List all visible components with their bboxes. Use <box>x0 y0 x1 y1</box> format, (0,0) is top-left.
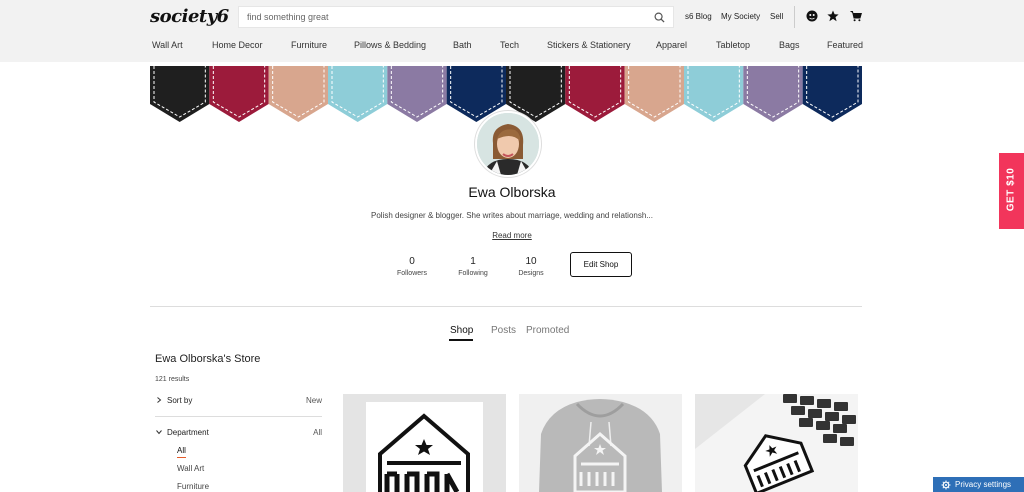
tab-shop[interactable]: Shop <box>450 325 473 336</box>
banner-pennant <box>328 66 388 122</box>
product-card-print[interactable] <box>343 394 506 492</box>
stat-following-label: Following <box>458 270 488 277</box>
nav-bath[interactable]: Bath <box>453 40 472 50</box>
stat-followers-label: Followers <box>397 270 427 277</box>
nav-apparel[interactable]: Apparel <box>656 40 687 50</box>
privacy-settings-label: Privacy settings <box>955 480 1012 489</box>
cart-icon[interactable] <box>850 10 862 22</box>
department-item-wall-art[interactable]: Wall Art <box>177 464 204 473</box>
star-icon[interactable] <box>827 10 839 22</box>
stat-following[interactable]: 1 Following <box>443 256 503 277</box>
tab-promoted[interactable]: Promoted <box>526 325 569 336</box>
search-input[interactable] <box>247 10 647 24</box>
edit-shop-button[interactable]: Edit Shop <box>570 252 632 277</box>
banner-pennant <box>565 66 625 122</box>
stat-designs[interactable]: 10 Designs <box>501 256 561 277</box>
my-society-link[interactable]: My Society <box>721 12 760 21</box>
nav-tabletop[interactable]: Tabletop <box>716 40 750 50</box>
product-card-sticker[interactable] <box>695 394 858 492</box>
get-10-promo-label: GET $10 <box>1005 167 1017 212</box>
banner-pennant <box>624 66 684 122</box>
blog-link[interactable]: s6 Blog <box>685 12 712 21</box>
department-item-all[interactable]: All <box>177 446 186 455</box>
stat-followers-value: 0 <box>409 256 415 267</box>
nav-bags[interactable]: Bags <box>779 40 800 50</box>
society6-logo[interactable]: society6 <box>150 6 229 27</box>
department-item-furniture[interactable]: Furniture <box>177 482 209 491</box>
banner-pennant <box>387 66 447 122</box>
nav-furniture[interactable]: Furniture <box>291 40 327 50</box>
nav-pillows-bedding[interactable]: Pillows & Bedding <box>354 40 426 50</box>
banner-pennant <box>209 66 269 122</box>
sort-by-filter[interactable]: Sort by New <box>155 396 322 408</box>
search-icon[interactable] <box>654 12 665 23</box>
banner-pennant <box>150 66 210 122</box>
department-value: All <box>313 428 322 437</box>
results-count: 121 results <box>155 376 190 383</box>
sort-by-label: Sort by <box>167 396 193 405</box>
banner-pennant <box>802 66 862 122</box>
account-icon[interactable] <box>806 10 818 22</box>
category-nav: Wall Art Home Decor Furniture Pillows & … <box>0 40 1024 54</box>
stat-following-value: 1 <box>470 256 476 267</box>
avatar-photo <box>477 113 539 175</box>
nav-wall-art[interactable]: Wall Art <box>152 40 183 50</box>
stat-designs-value: 10 <box>525 256 537 267</box>
sell-link[interactable]: Sell <box>770 12 783 21</box>
filter-divider <box>155 416 322 417</box>
department-label: Department <box>167 428 209 437</box>
privacy-settings-button[interactable]: Privacy settings <box>933 477 1024 492</box>
section-divider <box>150 306 862 307</box>
profile-bio: Polish designer & blogger. She writes ab… <box>371 211 653 220</box>
chevron-down-icon <box>156 430 162 435</box>
avatar[interactable] <box>475 111 541 177</box>
get-10-promo-tab[interactable]: GET $10 <box>999 153 1024 229</box>
banner-pennant <box>268 66 328 122</box>
gear-icon <box>941 480 951 490</box>
header-divider <box>794 6 795 28</box>
profile-name: Ewa Olborska <box>468 184 556 200</box>
product-image-art-print <box>366 402 483 492</box>
department-active-indicator <box>177 457 186 458</box>
product-card-hoodie[interactable] <box>519 394 682 492</box>
banner-pennant <box>684 66 744 122</box>
read-more-wrapper: Read more <box>0 231 1024 240</box>
nav-tech[interactable]: Tech <box>500 40 519 50</box>
read-more-link[interactable]: Read more <box>492 231 532 240</box>
nav-home-decor[interactable]: Home Decor <box>212 40 263 50</box>
department-filter[interactable]: Department All <box>155 428 322 440</box>
nav-featured[interactable]: Featured <box>827 40 863 50</box>
banner-pennant <box>743 66 803 122</box>
search-bar <box>238 6 674 28</box>
product-image-sticker <box>695 394 858 492</box>
store-title: Ewa Olborska's Store <box>155 353 261 365</box>
sort-by-value: New <box>305 396 322 405</box>
product-image-hoodie <box>519 394 682 492</box>
tab-posts[interactable]: Posts <box>491 325 516 336</box>
stat-followers[interactable]: 0 Followers <box>382 256 442 277</box>
stat-designs-label: Designs <box>518 270 544 277</box>
site-header: society6 s6 Blog My Society Sell Wall Ar… <box>0 0 1024 62</box>
chevron-right-icon <box>157 397 162 403</box>
nav-stickers-stationery[interactable]: Stickers & Stationery <box>547 40 631 50</box>
active-tab-indicator <box>449 339 473 341</box>
